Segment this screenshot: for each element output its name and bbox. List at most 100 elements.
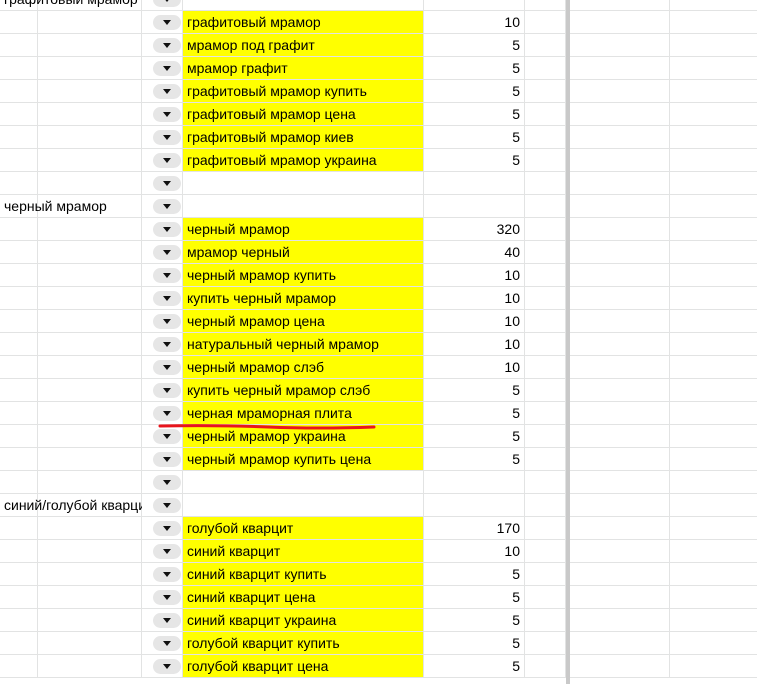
keyword-cell[interactable]: черный мрамор купить [183,264,424,286]
empty-cell[interactable] [0,402,38,424]
dropdown-button[interactable] [153,613,181,628]
spreadsheet-grid[interactable]: графитовый мрамор графитовый мрамор 10 мрам… [0,0,757,684]
empty-cell[interactable] [38,103,142,125]
empty-cell[interactable] [670,540,757,562]
empty-cell[interactable] [670,0,757,10]
empty-cell[interactable] [570,195,670,217]
empty-cell[interactable] [424,172,525,194]
empty-cell[interactable] [38,310,142,332]
empty-cell[interactable] [0,379,38,401]
empty-cell[interactable] [0,586,38,608]
empty-cell[interactable] [38,563,142,585]
empty-cell[interactable] [570,126,670,148]
empty-cell[interactable] [38,172,142,194]
empty-cell[interactable] [183,0,424,10]
volume-cell[interactable]: 10 [424,540,525,562]
empty-cell[interactable] [38,126,142,148]
empty-cell[interactable] [670,402,757,424]
empty-cell[interactable] [570,80,670,102]
keyword-cell[interactable]: мрамор графит [183,57,424,79]
empty-cell[interactable] [424,494,525,516]
empty-cell[interactable] [570,218,670,240]
empty-cell[interactable] [670,333,757,355]
empty-cell[interactable] [0,448,38,470]
empty-cell[interactable] [38,218,142,240]
keyword-cell[interactable]: мрамор под графит [183,34,424,56]
empty-cell[interactable] [38,540,142,562]
empty-cell[interactable] [525,494,566,516]
empty-cell[interactable] [670,586,757,608]
empty-cell[interactable] [670,494,757,516]
volume-cell[interactable]: 40 [424,241,525,263]
volume-cell[interactable]: 5 [424,149,525,171]
keyword-cell[interactable]: мрамор черный [183,241,424,263]
empty-cell[interactable] [424,195,525,217]
dropdown-button[interactable] [153,498,181,513]
empty-cell[interactable] [670,310,757,332]
keyword-cell[interactable]: графитовый мрамор украина [183,149,424,171]
empty-cell[interactable] [570,563,670,585]
empty-cell[interactable] [525,0,566,10]
empty-cell[interactable] [525,11,566,33]
empty-cell[interactable] [570,655,670,677]
empty-cell[interactable] [670,103,757,125]
empty-cell[interactable] [670,195,757,217]
empty-cell[interactable] [525,172,566,194]
volume-cell[interactable]: 170 [424,517,525,539]
volume-cell[interactable]: 5 [424,126,525,148]
empty-cell[interactable] [525,356,566,378]
empty-cell[interactable] [38,356,142,378]
empty-cell[interactable] [525,609,566,631]
empty-cell[interactable] [0,218,38,240]
empty-cell[interactable] [570,172,670,194]
empty-cell[interactable] [570,425,670,447]
dropdown-button[interactable] [153,659,181,674]
empty-cell[interactable] [570,517,670,539]
keyword-cell[interactable]: купить черный мрамор слэб [183,379,424,401]
empty-cell[interactable] [0,471,38,493]
volume-cell[interactable]: 5 [424,586,525,608]
empty-cell[interactable] [670,126,757,148]
empty-cell[interactable] [38,80,142,102]
keyword-cell[interactable]: голубой кварцит [183,517,424,539]
empty-cell[interactable] [525,448,566,470]
dropdown-button[interactable] [153,521,181,536]
volume-cell[interactable]: 5 [424,80,525,102]
empty-cell[interactable] [183,494,424,516]
empty-cell[interactable] [525,563,566,585]
dropdown-button[interactable] [153,61,181,76]
empty-cell[interactable] [570,149,670,171]
empty-cell[interactable] [0,57,38,79]
volume-cell[interactable]: 5 [424,563,525,585]
empty-cell[interactable] [570,57,670,79]
empty-cell[interactable] [525,586,566,608]
empty-cell[interactable] [38,34,142,56]
empty-cell[interactable] [670,448,757,470]
empty-cell[interactable] [525,425,566,447]
dropdown-button[interactable] [153,475,181,490]
empty-cell[interactable] [525,540,566,562]
empty-cell[interactable] [0,563,38,585]
empty-cell[interactable] [38,609,142,631]
empty-cell[interactable] [0,126,38,148]
empty-cell[interactable] [670,425,757,447]
dropdown-button[interactable] [153,406,181,421]
empty-cell[interactable] [670,563,757,585]
empty-cell[interactable] [38,149,142,171]
empty-cell[interactable] [0,609,38,631]
dropdown-button[interactable] [153,544,181,559]
empty-cell[interactable] [525,655,566,677]
empty-cell[interactable] [670,34,757,56]
empty-cell[interactable] [38,379,142,401]
keyword-cell[interactable]: черная мраморная плита [183,402,424,424]
volume-cell[interactable]: 10 [424,264,525,286]
dropdown-button[interactable] [153,107,181,122]
empty-cell[interactable] [670,80,757,102]
empty-cell[interactable] [38,586,142,608]
volume-cell[interactable]: 10 [424,310,525,332]
empty-cell[interactable] [525,80,566,102]
volume-cell[interactable]: 10 [424,356,525,378]
empty-cell[interactable] [0,333,38,355]
volume-cell[interactable]: 5 [424,425,525,447]
volume-cell[interactable]: 10 [424,287,525,309]
